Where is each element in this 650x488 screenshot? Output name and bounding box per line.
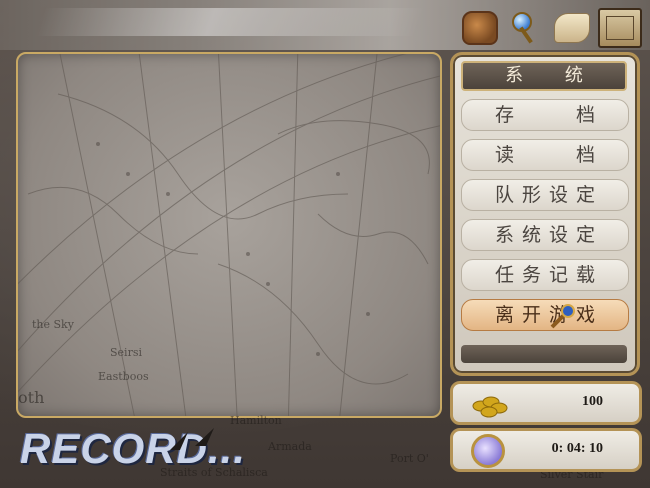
book-icon[interactable] — [598, 8, 642, 48]
play-time-box: 0: 04: 10 — [450, 428, 642, 472]
menu-item-quest-log[interactable]: 任务记载 — [461, 259, 629, 291]
menu-title: 系 统 — [461, 61, 627, 91]
play-time: 0: 04: 10 — [551, 441, 603, 456]
menu-item-save[interactable]: 存 档 — [461, 99, 629, 131]
wand-icon[interactable] — [506, 8, 542, 44]
clock-icon — [471, 434, 505, 468]
menu-item-system-settings[interactable]: 系统设定 — [461, 219, 629, 251]
gold-amount: 100 — [582, 394, 603, 409]
map-label-sky: the Sky — [32, 318, 74, 331]
decorative-streak — [34, 8, 426, 36]
menu-item-exit-game[interactable]: 离开游戏 — [461, 299, 629, 331]
gold-icon — [472, 396, 508, 418]
wand-cursor-icon — [550, 304, 575, 329]
bag-icon[interactable] — [462, 11, 498, 45]
map-label-seirsi: Seirsi — [110, 346, 142, 359]
world-map-panel: the Sky Seirsi Eastboos oth — [16, 52, 442, 418]
map-label-armada: Armada — [268, 440, 312, 453]
map-label-port: Port O' — [390, 452, 429, 465]
map-label-oth: oth — [18, 388, 45, 407]
map-label-eastboos: Eastboos — [98, 370, 149, 383]
gold-box: 100 — [450, 381, 642, 425]
menu-footer — [461, 345, 627, 363]
arrows-icon — [170, 428, 214, 450]
menu-item-load[interactable]: 读 档 — [461, 139, 629, 171]
system-menu-panel: 系 统 存 档 读 档 队形设定 系统设定 任务记载 离开游戏 — [450, 52, 640, 376]
menu-item-formation[interactable]: 队形设定 — [461, 179, 629, 211]
toolbar-icons — [462, 8, 642, 48]
map-lines — [18, 54, 440, 416]
scroll-icon[interactable] — [554, 13, 590, 43]
